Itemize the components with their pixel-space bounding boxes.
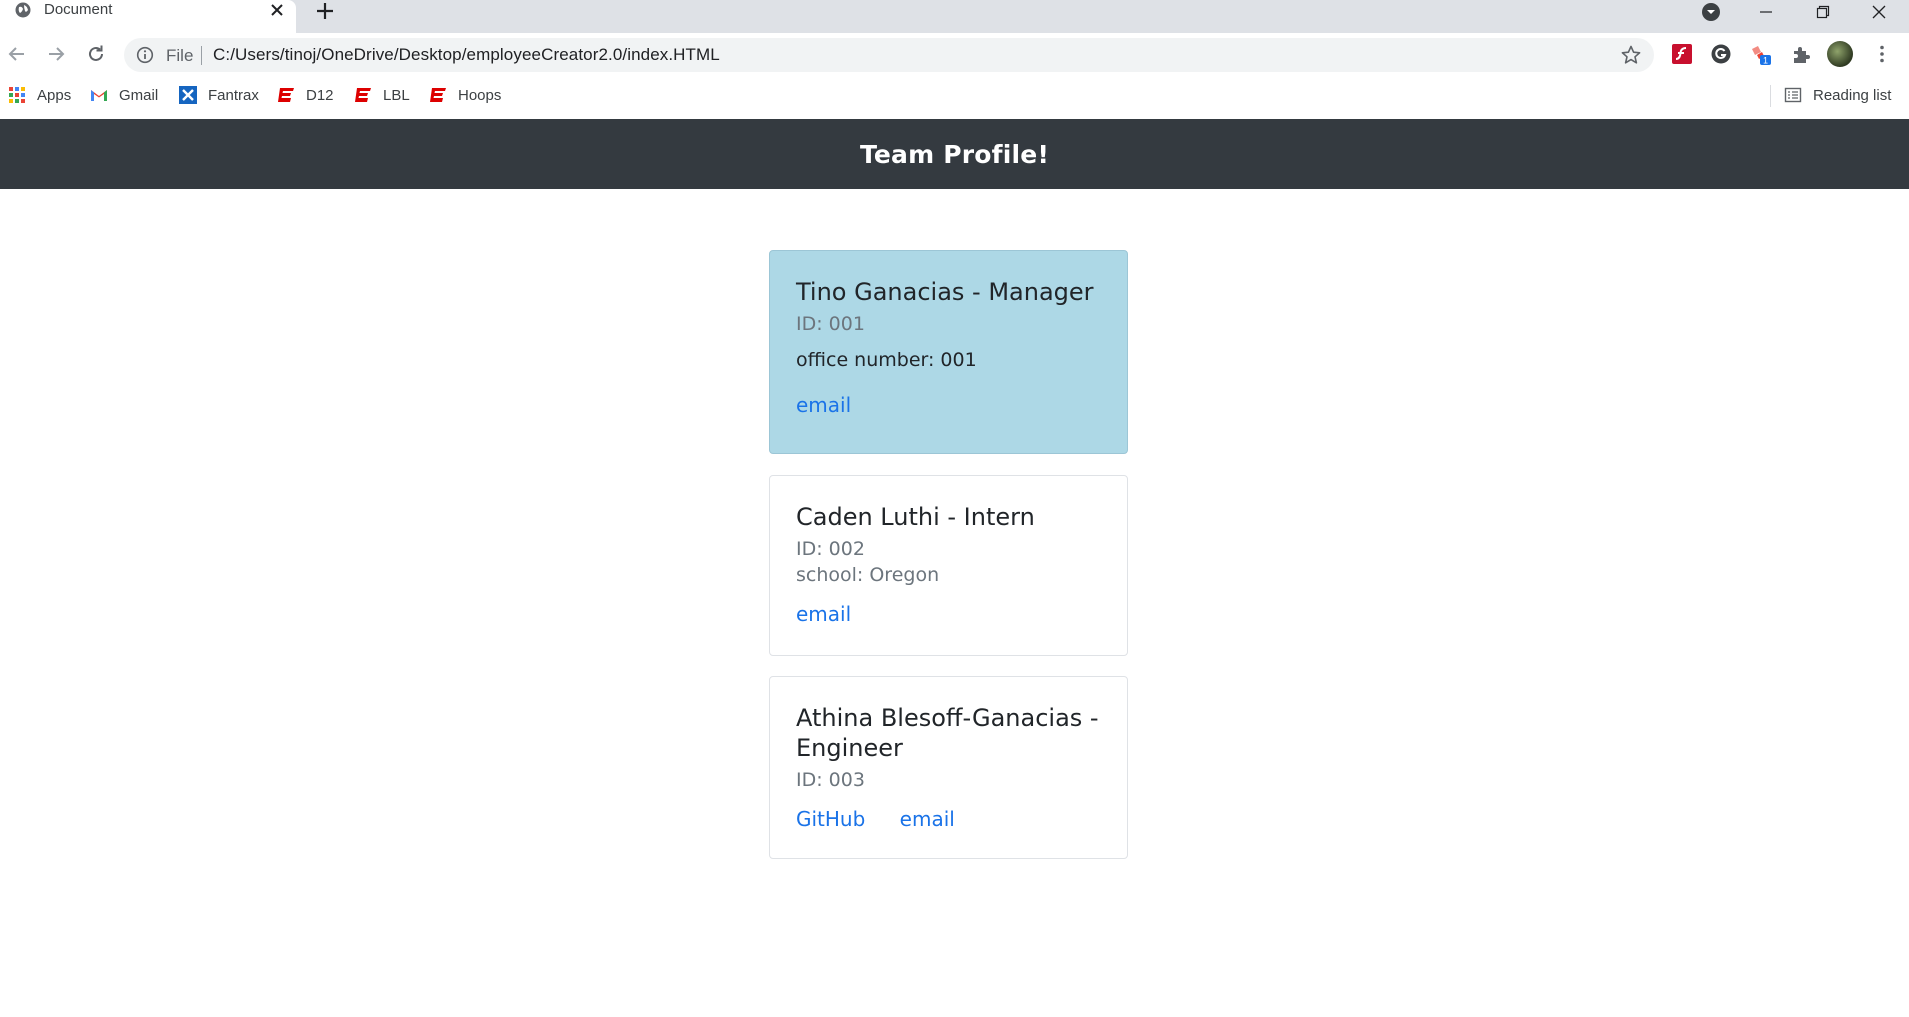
- browser-toolbar: File C:/Users/tinoj/OneDrive/Desktop/emp…: [0, 33, 1909, 77]
- minimize-icon: [1760, 11, 1772, 13]
- card-employee-id: ID: 002: [796, 538, 865, 560]
- close-icon[interactable]: [268, 1, 286, 19]
- new-tab-icon[interactable]: [314, 0, 336, 22]
- employee-card-intern: Caden Luthi - Intern ID: 002 school: Ore…: [769, 475, 1128, 656]
- page-title: Team Profile!: [859, 139, 1050, 169]
- back-arrow-icon[interactable]: [6, 43, 28, 65]
- reading-list-button[interactable]: Reading list: [1784, 84, 1891, 106]
- card-links: email: [796, 393, 1101, 417]
- bookmark-label: Fantrax: [208, 86, 259, 104]
- email-link[interactable]: email: [796, 393, 851, 417]
- tab-title: Document: [44, 1, 113, 18]
- gmail-icon: [91, 90, 107, 101]
- card-links: email: [796, 602, 1101, 626]
- github-link[interactable]: GitHub: [796, 807, 865, 831]
- restore-button[interactable]: [1795, 0, 1851, 24]
- tab-strip: Document: [0, 0, 1909, 33]
- card-employee-id: ID: 001: [796, 313, 865, 335]
- card-employee-id: ID: 003: [796, 769, 865, 791]
- extensions-puzzle-icon[interactable]: [1790, 43, 1812, 65]
- address-url[interactable]: C:/Users/tinoj/OneDrive/Desktop/employee…: [213, 45, 720, 65]
- bookmark-apps[interactable]: Apps: [8, 84, 71, 106]
- minimize-button[interactable]: [1738, 0, 1794, 24]
- bookmark-d12[interactable]: D12: [277, 84, 334, 106]
- bookmark-fantrax[interactable]: Fantrax: [179, 84, 259, 106]
- profile-avatar[interactable]: [1827, 41, 1853, 67]
- bookmark-gmail[interactable]: Gmail: [90, 84, 158, 106]
- employee-card-engineer: Athina Blesoff-Ganacias - Engineer ID: 0…: [769, 676, 1128, 859]
- extension-badge: 1: [1763, 56, 1768, 66]
- reading-list-label: Reading list: [1813, 86, 1892, 104]
- card-school: school: Oregon: [796, 564, 940, 586]
- flash-extension-icon[interactable]: [1671, 43, 1693, 65]
- card-links: GitHub email: [796, 807, 1101, 831]
- reload-icon[interactable]: [85, 43, 107, 65]
- bookmark-label: Apps: [37, 86, 72, 104]
- address-scheme: File: [166, 46, 194, 65]
- tab-search-icon: [1702, 3, 1720, 21]
- apps-grid-icon: [9, 87, 25, 103]
- espn-icon: [430, 88, 446, 102]
- espn-icon: [278, 88, 294, 102]
- grammar-extension-icon[interactable]: [1710, 43, 1732, 65]
- bookmark-label: Gmail: [119, 86, 159, 104]
- close-window-icon: [1872, 5, 1886, 19]
- restore-icon: [1816, 5, 1830, 19]
- email-link[interactable]: email: [900, 807, 955, 831]
- globe-icon: [15, 2, 31, 18]
- fantrax-icon: [179, 86, 197, 104]
- pinned-extension-icon[interactable]: 1: [1749, 43, 1771, 65]
- address-bar[interactable]: File C:/Users/tinoj/OneDrive/Desktop/emp…: [124, 38, 1654, 72]
- address-divider: [201, 46, 202, 65]
- bookmark-lbl[interactable]: LBL: [354, 84, 410, 106]
- email-link[interactable]: email: [796, 602, 851, 626]
- bookmark-label: Hoops: [458, 86, 502, 104]
- forward-arrow-icon[interactable]: [45, 43, 67, 65]
- card-office-number: office number: 001: [796, 349, 977, 371]
- bookmark-label: D12: [306, 86, 334, 104]
- close-window-button[interactable]: [1851, 0, 1907, 24]
- card-title: Athina Blesoff-Ganacias - Engineer: [796, 704, 1099, 762]
- employee-card-manager: Tino Ganacias - Manager ID: 001 office n…: [769, 250, 1128, 454]
- more-menu-icon[interactable]: [1871, 43, 1893, 65]
- bookmark-star-icon[interactable]: [1620, 44, 1642, 66]
- reading-list-icon: [1784, 87, 1802, 103]
- espn-icon: [355, 88, 371, 102]
- bookmark-hoops[interactable]: Hoops: [429, 84, 501, 106]
- tab-search-button[interactable]: [1683, 0, 1739, 24]
- card-title: Tino Ganacias - Manager: [796, 278, 1094, 306]
- browser-tab[interactable]: Document: [0, 0, 296, 33]
- bookmark-label: LBL: [383, 86, 410, 104]
- bookmarks-bar: Apps Gmail Fantrax D12 LBL Hoops Reading…: [0, 77, 1909, 119]
- page-header: Team Profile!: [0, 119, 1909, 189]
- bookmarks-divider: [1770, 85, 1771, 107]
- info-icon[interactable]: [136, 46, 154, 64]
- card-title: Caden Luthi - Intern: [796, 503, 1035, 531]
